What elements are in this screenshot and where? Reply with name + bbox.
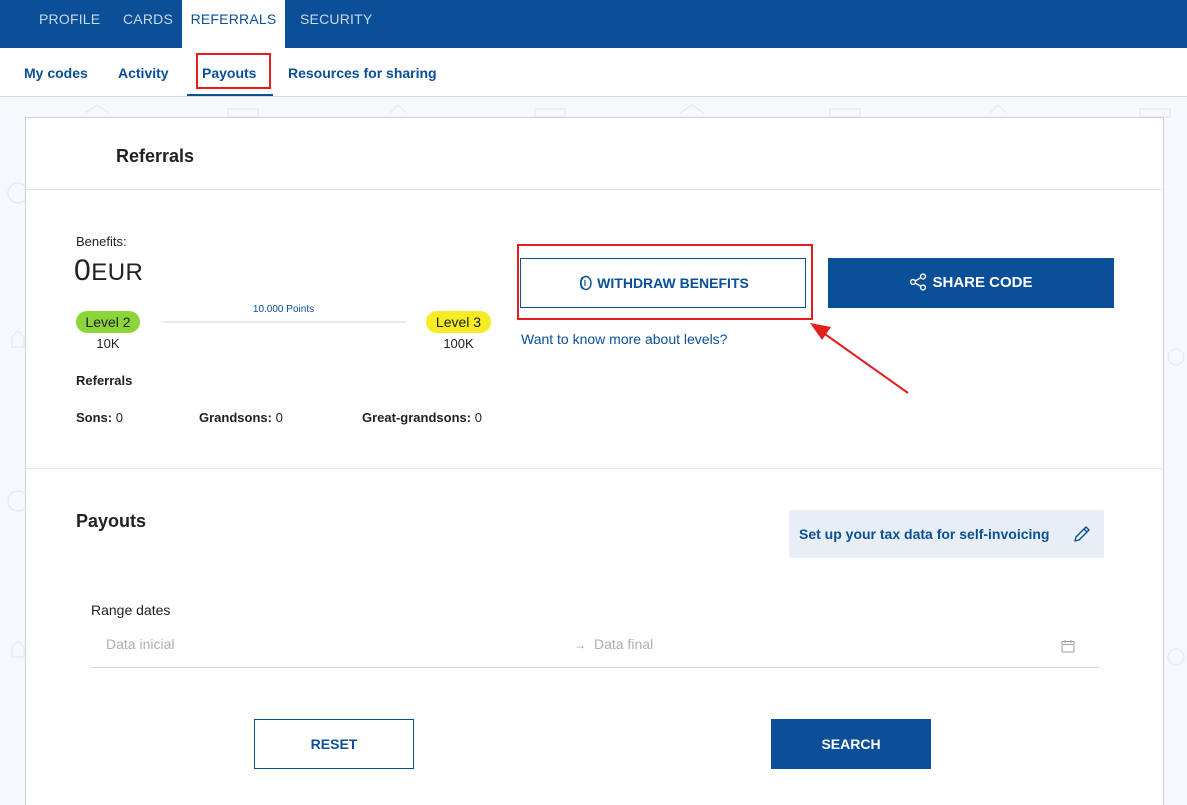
subtab-resources-for-sharing[interactable]: Resources for sharing — [288, 48, 437, 97]
benefits-value: 0 — [74, 254, 92, 287]
divider — [26, 468, 1163, 469]
tab-security[interactable]: SECURITY — [300, 0, 372, 48]
tab-cards[interactable]: CARDS — [123, 0, 173, 48]
current-level-value: 10K — [96, 336, 120, 351]
points-to-next-level: 10.000 Points — [252, 304, 315, 315]
subtab-my-codes[interactable]: My codes — [24, 48, 88, 97]
annotation-box-payouts — [196, 53, 271, 89]
stat-label: Sons: — [76, 410, 113, 425]
annotation-arrow — [810, 323, 909, 394]
share-code-button[interactable]: SHARE CODE — [828, 258, 1114, 308]
next-level-badge: Level 3 — [426, 311, 491, 333]
sub-nav: My codes Activity Payouts Resources for … — [0, 48, 1187, 97]
stat-value: 0 — [275, 410, 283, 425]
tax-data-label: Set up your tax data for self-invoicing — [799, 526, 1050, 542]
search-button[interactable]: SEARCH — [771, 719, 931, 769]
stat-label: Great-grandsons: — [362, 410, 472, 425]
tab-profile[interactable]: PROFILE — [39, 0, 100, 48]
pencil-icon — [1074, 526, 1090, 542]
stat-label: Grandsons: — [199, 410, 272, 425]
card-title: Referrals — [116, 146, 195, 166]
current-level-badge: Level 2 — [76, 311, 140, 333]
stat-value: 0 — [115, 410, 123, 425]
levels-info-link[interactable]: Want to know more about levels? — [521, 331, 727, 347]
active-tab-underline — [187, 94, 273, 96]
benefits-unit: EUR — [91, 259, 144, 286]
benefits-amount: 0EUR — [74, 254, 143, 288]
stat-value: 0 — [474, 410, 482, 425]
arrow-right-icon: → — [574, 638, 586, 652]
share-label: SHARE CODE — [932, 274, 1033, 291]
share-icon — [910, 273, 927, 291]
range-dates-label: Range dates — [91, 602, 171, 618]
tab-referrals[interactable]: REFERRALS — [182, 0, 285, 48]
referrals-card: Referrals Benefits: 0EUR Level 2 10K 10.… — [25, 117, 1164, 805]
divider — [26, 189, 1163, 190]
subtab-activity[interactable]: Activity — [118, 48, 169, 97]
calendar-icon[interactable] — [1061, 639, 1075, 653]
start-date-input[interactable] — [106, 636, 486, 652]
payouts-title: Payouts — [76, 511, 147, 531]
date-range-underline — [91, 667, 1099, 668]
stat-grandsons: Grandsons: 0 — [199, 410, 283, 425]
tax-data-button[interactable]: Set up your tax data for self-invoicing — [789, 510, 1104, 558]
referrals-heading: Referrals — [76, 373, 133, 388]
end-date-input[interactable] — [594, 636, 994, 652]
annotation-box-withdraw — [517, 244, 813, 320]
next-level-value: 100K — [443, 336, 474, 351]
benefits-label: Benefits: — [76, 234, 127, 249]
stat-great-grandsons: Great-grandsons: 0 — [362, 410, 482, 425]
top-nav: PROFILE CARDS REFERRALS SECURITY — [0, 0, 1187, 48]
level-progress-bar — [161, 321, 406, 323]
reset-button[interactable]: RESET — [254, 719, 414, 769]
stat-sons: Sons: 0 — [76, 410, 123, 425]
